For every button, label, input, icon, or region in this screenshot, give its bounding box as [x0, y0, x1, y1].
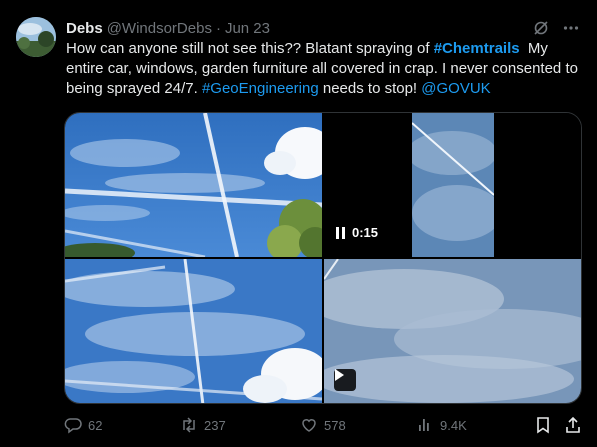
- media-grid: 0:15: [64, 112, 582, 404]
- media-video-2[interactable]: [324, 259, 581, 403]
- video-duration: 0:15: [336, 225, 378, 240]
- views-icon: [419, 419, 429, 431]
- media-photo-1[interactable]: [65, 113, 322, 257]
- share-button[interactable]: [564, 416, 582, 434]
- tweet-text-part3: needs to stop!: [318, 80, 422, 97]
- views-button[interactable]: 9.4K: [416, 416, 467, 434]
- repost-button[interactable]: 237: [180, 416, 226, 434]
- video-duration-label: 0:15: [352, 225, 379, 240]
- reply-button[interactable]: 62: [64, 416, 102, 434]
- avatar[interactable]: [16, 17, 56, 57]
- video-frame[interactable]: [412, 113, 494, 257]
- media-photo-2[interactable]: [65, 259, 322, 403]
- tweet-top-icons: [531, 18, 581, 38]
- tweet-text: How can anyone still not see this?? Blat…: [66, 39, 581, 99]
- tweet-text-part1: How can anyone still not see this?? Blat…: [66, 40, 434, 57]
- author-name[interactable]: Debs: [66, 20, 103, 37]
- like-icon: [302, 419, 316, 432]
- grok-icon[interactable]: [531, 18, 551, 38]
- tweet-actions: 62 237 578 9.4K: [64, 414, 582, 436]
- more-icon[interactable]: [561, 18, 581, 38]
- like-button[interactable]: 578: [300, 416, 346, 434]
- repost-icon: [183, 417, 195, 433]
- like-count: 578: [324, 417, 346, 433]
- author-handle[interactable]: @WindsorDebs: [107, 20, 212, 37]
- tweet-header: Debs @WindsorDebs · Jun 23: [66, 18, 270, 38]
- reply-icon: [64, 418, 82, 434]
- bookmark-icon: [537, 417, 549, 434]
- bookmark-button[interactable]: [534, 416, 552, 434]
- play-icon[interactable]: [334, 369, 356, 391]
- hashtag-chemtrails[interactable]: #Chemtrails: [434, 40, 520, 57]
- share-icon: [566, 416, 580, 433]
- pause-icon[interactable]: [336, 226, 346, 239]
- tweet-date[interactable]: Jun 23: [225, 20, 270, 37]
- mention-govuk[interactable]: @GOVUK: [421, 80, 490, 97]
- views-count: 9.4K: [440, 417, 467, 433]
- separator-dot: ·: [215, 19, 221, 37]
- reply-count: 62: [88, 417, 103, 433]
- media-video[interactable]: 0:15: [324, 113, 581, 257]
- repost-count: 237: [204, 417, 226, 433]
- hashtag-geoengineering[interactable]: #GeoEngineering: [202, 80, 319, 97]
